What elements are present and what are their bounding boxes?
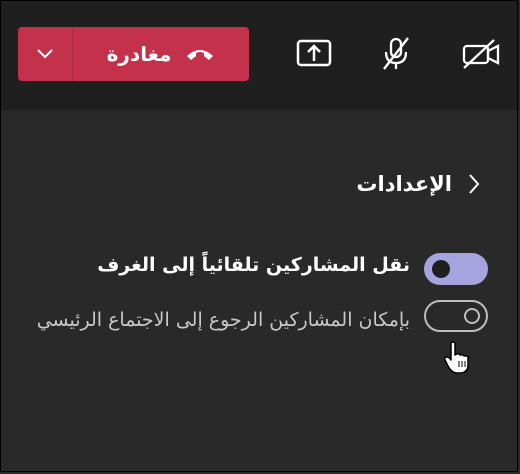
leave-options-button[interactable] (18, 27, 73, 81)
settings-title: الإعدادات (356, 172, 452, 196)
return-to-main-label: بإمكان المشاركين الرجوع إلى الاجتماع الر… (36, 309, 410, 331)
call-toolbar: مغادرة (1, 1, 519, 110)
toggle-knob (464, 308, 480, 324)
chevron-right-icon (469, 174, 480, 194)
share-screen-button[interactable] (289, 28, 339, 80)
move-participants-label: نقل المشاركين تلقائياً إلى الغرف (97, 254, 410, 276)
camera-button[interactable] (456, 28, 506, 80)
share-screen-icon (296, 39, 332, 67)
leave-label: مغادرة (106, 42, 172, 66)
leave-button[interactable]: مغادرة (73, 27, 249, 81)
hand-cursor-icon (444, 341, 469, 374)
leave-button-group: مغادرة (18, 27, 249, 81)
toggle-knob (432, 260, 450, 278)
breakout-settings-panel (1, 110, 519, 473)
hang-up-icon (187, 50, 214, 60)
return-to-main-toggle[interactable] (424, 300, 488, 332)
settings-header[interactable]: الإعدادات (356, 172, 480, 196)
mic-button[interactable] (371, 28, 421, 80)
move-participants-toggle[interactable] (424, 253, 488, 285)
mic-off-icon (383, 37, 409, 70)
chevron-down-icon (37, 49, 53, 59)
camera-off-icon (462, 39, 500, 69)
